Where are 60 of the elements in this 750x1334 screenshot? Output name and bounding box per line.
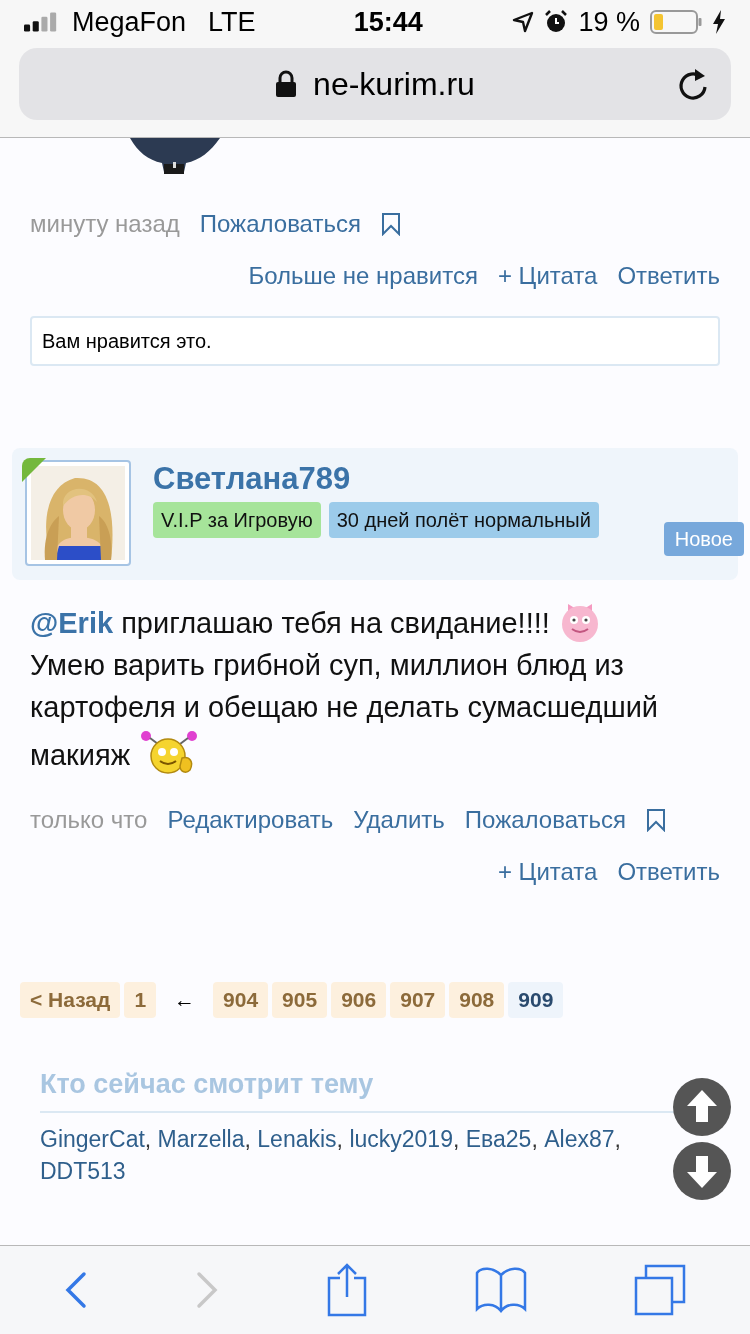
network-type: LTE [208, 5, 256, 39]
user-link[interactable]: Marzella [157, 1125, 245, 1152]
action-link[interactable]: + Цитата [497, 854, 598, 890]
comma: , [452, 1125, 460, 1152]
lock-icon [275, 70, 298, 98]
battery-percent: 19 % [578, 5, 640, 39]
action-link[interactable]: Удалить [353, 802, 445, 838]
new-label: Новое [663, 522, 744, 556]
action-link[interactable]: Редактировать [167, 802, 334, 838]
user-link[interactable]: DDT513 [40, 1157, 126, 1184]
action-link[interactable]: Пожаловаться [464, 802, 626, 838]
page-separator: ← [174, 987, 196, 1014]
user-badge: 30 дней полёт нормальный [328, 502, 599, 538]
comma: , [144, 1125, 152, 1152]
user-link[interactable]: lucky2019 [349, 1125, 453, 1152]
bookmark-icon[interactable] [380, 212, 401, 236]
post-text: приглашаю тебя на свидание!!!! [121, 607, 550, 639]
page-link[interactable]: 1 [124, 982, 157, 1018]
action-link[interactable]: + Цитата [497, 258, 598, 294]
page-link[interactable]: 905 [272, 982, 328, 1018]
post-text: макияж [30, 739, 131, 771]
action-link[interactable]: Больше не нравится [248, 258, 478, 294]
address-bar[interactable]: ne-kurim.ru [19, 48, 731, 120]
reload-icon[interactable] [677, 67, 709, 101]
book-icon[interactable] [474, 1267, 527, 1313]
bookmark-icon[interactable] [646, 808, 666, 832]
alarm-clock-icon [544, 10, 569, 34]
user-link[interactable]: GingerCat [40, 1125, 145, 1152]
user-badge: V.I.P за Игровую [153, 502, 321, 538]
action-link[interactable]: Ответить [617, 258, 720, 294]
page-link[interactable]: 909 [508, 982, 564, 1018]
report-link[interactable]: Пожаловаться [199, 206, 361, 242]
scroll-up-button[interactable] [673, 1078, 731, 1136]
comma: , [244, 1125, 251, 1152]
page-link[interactable]: < Назад [20, 982, 121, 1018]
page-link[interactable]: 906 [331, 982, 387, 1018]
page-link[interactable]: 908 [449, 982, 505, 1018]
page-link[interactable]: 907 [390, 982, 446, 1018]
user-link[interactable]: Ева25 [465, 1125, 532, 1152]
comma: , [336, 1125, 343, 1152]
url-text: ne-kurim.ru [313, 65, 475, 104]
status-time: 15:44 [352, 5, 424, 39]
user-link[interactable]: Lenakis [257, 1125, 337, 1152]
comma: , [531, 1125, 538, 1152]
user-link[interactable]: Alex87 [544, 1125, 615, 1152]
author-name[interactable]: Светлана789 [153, 460, 599, 498]
mention-link[interactable]: @Erik [30, 607, 114, 639]
post-time: минуту назад [30, 209, 180, 239]
share-icon[interactable] [327, 1263, 367, 1317]
location-arrow-icon [512, 11, 535, 33]
comma: , [614, 1125, 621, 1152]
tabs-icon[interactable] [634, 1264, 687, 1316]
back-icon[interactable] [63, 1271, 88, 1309]
action-link[interactable]: Ответить [617, 854, 720, 890]
battery-icon [650, 10, 702, 34]
post-time: только что [30, 805, 148, 835]
carrier-name: MegaFon [72, 5, 187, 39]
scroll-down-button[interactable] [673, 1142, 731, 1200]
page-link[interactable]: 904 [213, 982, 269, 1018]
like-notice: Вам нравится это. [30, 316, 720, 366]
